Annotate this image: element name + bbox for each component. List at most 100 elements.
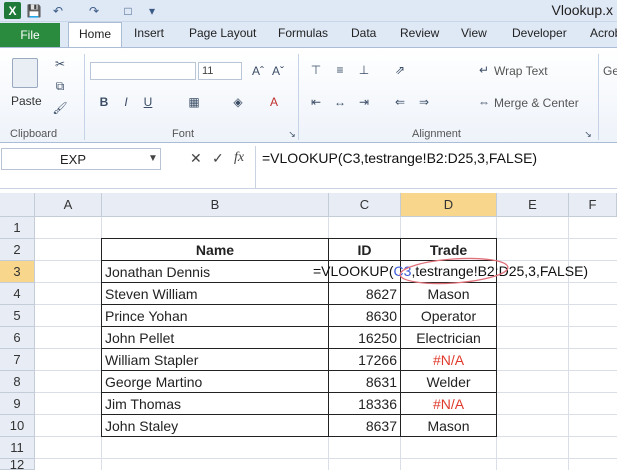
window-title: Vlookup.x xyxy=(551,2,613,18)
tab-file[interactable]: File xyxy=(0,23,60,47)
tab-formulas[interactable]: Formulas xyxy=(278,26,328,40)
column-header-c[interactable]: C xyxy=(329,193,401,217)
name-cell[interactable]: George Martino xyxy=(102,371,328,393)
copy-icon[interactable]: ⧉ xyxy=(52,78,68,94)
insert-function-icon[interactable]: fx xyxy=(234,150,244,166)
gridline xyxy=(568,217,569,470)
merge-center-button[interactable]: Merge & Center xyxy=(494,96,579,110)
id-cell[interactable]: 8627 xyxy=(329,283,400,305)
group-divider xyxy=(298,54,299,140)
row-header-1[interactable]: 1 xyxy=(0,217,35,239)
customize-icon[interactable]: ▾ xyxy=(144,3,160,19)
trade-cell[interactable]: Mason xyxy=(401,283,496,305)
trade-cell[interactable]: Mason xyxy=(401,415,496,437)
row-header-8[interactable]: 8 xyxy=(0,371,35,393)
align-right-icon[interactable]: ⇥ xyxy=(356,94,372,110)
formula-input[interactable]: =VLOOKUP(C3,testrange!B2:D25,3,FALSE) xyxy=(262,150,537,166)
group-divider xyxy=(84,54,85,140)
column-header-d[interactable]: D xyxy=(401,193,497,217)
cancel-icon[interactable]: ✕ xyxy=(190,150,202,167)
row-header-12[interactable]: 12 xyxy=(0,457,35,470)
font-name-dropdown[interactable] xyxy=(90,62,196,80)
row-header-3[interactable]: 3 xyxy=(0,261,35,283)
underline-button[interactable]: U xyxy=(140,94,156,110)
id-cell[interactable]: 8637 xyxy=(329,415,400,437)
new-file-icon[interactable]: □ xyxy=(120,3,136,19)
wrap-text-button[interactable]: Wrap Text xyxy=(494,64,548,78)
select-all-corner[interactable] xyxy=(0,193,35,217)
tab-home[interactable]: Home xyxy=(68,22,123,48)
save-icon[interactable]: 💾 xyxy=(26,3,42,19)
cut-icon[interactable]: ✂ xyxy=(52,56,68,72)
name-cell[interactable]: William Stapler xyxy=(102,349,328,371)
align-top-icon[interactable]: ⊤ xyxy=(308,62,324,78)
align-center-icon[interactable]: ↔ xyxy=(332,94,348,110)
name-cell[interactable]: John Staley xyxy=(102,415,328,437)
decrease-indent-icon[interactable]: ⇐ xyxy=(392,94,408,110)
column-header-a[interactable]: A xyxy=(35,193,102,217)
id-header-cell[interactable]: ID xyxy=(329,239,400,261)
trade-cell[interactable]: Electrician xyxy=(401,327,496,349)
align-bottom-icon[interactable]: ⊥ xyxy=(356,62,372,78)
name-cell[interactable]: Jim Thomas xyxy=(102,393,328,415)
tab-review[interactable]: Review xyxy=(400,26,439,40)
row-header-5[interactable]: 5 xyxy=(0,305,35,327)
tab-view[interactable]: View xyxy=(461,26,487,40)
wrap-text-icon[interactable]: ↵ xyxy=(476,62,492,78)
id-cell[interactable]: 17266 xyxy=(329,349,400,371)
name-cell[interactable]: Jonathan Dennis xyxy=(102,261,312,283)
name-box-dropdown-icon[interactable]: ▼ xyxy=(148,153,158,164)
fill-color-icon[interactable]: ◈ xyxy=(230,94,246,110)
grow-font-icon[interactable]: Aˆ xyxy=(250,63,266,79)
row-header-6[interactable]: 6 xyxy=(0,327,35,349)
excel-logo-icon: X xyxy=(4,2,21,19)
trade-cell[interactable]: Welder xyxy=(401,371,496,393)
trade-error-cell[interactable]: #N/A xyxy=(401,393,496,415)
id-cell[interactable]: 18336 xyxy=(329,393,400,415)
worksheet-grid[interactable]: A B C D E F 1 2 3 4 5 6 7 8 9 10 11 12 N… xyxy=(0,193,617,470)
paste-button[interactable]: Paste xyxy=(11,94,42,108)
bold-button[interactable]: B xyxy=(96,94,112,110)
orientation-icon[interactable]: ⇗ xyxy=(392,62,408,78)
align-left-icon[interactable]: ⇤ xyxy=(308,94,324,110)
redo-icon[interactable]: ↷ xyxy=(86,3,102,19)
name-header-cell[interactable]: Name xyxy=(102,239,328,261)
trade-error-cell[interactable]: #N/A xyxy=(401,349,496,371)
name-cell[interactable]: John Pellet xyxy=(102,327,328,349)
name-cell[interactable]: Prince Yohan xyxy=(102,305,328,327)
number-format-dropdown[interactable]: Ge xyxy=(603,64,617,78)
format-painter-icon[interactable]: 🖌 xyxy=(52,100,68,116)
borders-icon[interactable]: ▦ xyxy=(186,94,202,110)
italic-button[interactable]: I xyxy=(118,94,134,110)
tab-page-layout[interactable]: Page Layout xyxy=(189,26,256,40)
id-cell[interactable]: 8630 xyxy=(329,305,400,327)
id-cell[interactable]: 8631 xyxy=(329,371,400,393)
shrink-font-icon[interactable]: Aˇ xyxy=(270,63,286,79)
row-header-9[interactable]: 9 xyxy=(0,393,35,415)
row-header-10[interactable]: 10 xyxy=(0,415,35,437)
name-cell[interactable]: Steven William xyxy=(102,283,328,305)
column-header-f[interactable]: F xyxy=(569,193,617,217)
tab-insert[interactable]: Insert xyxy=(134,26,164,40)
row-header-2[interactable]: 2 xyxy=(0,239,35,261)
trade-cell[interactable]: Operator xyxy=(401,305,496,327)
tab-developer[interactable]: Developer xyxy=(512,26,567,40)
name-box[interactable]: EXP xyxy=(1,148,161,170)
formula-bar: EXP ▼ ✕ ✓ fx =VLOOKUP(C3,testrange!B2:D2… xyxy=(0,145,617,189)
align-middle-icon[interactable]: ≡ xyxy=(332,62,348,78)
undo-icon[interactable]: ↶ xyxy=(50,3,66,19)
enter-icon[interactable]: ✓ xyxy=(212,150,224,167)
font-color-icon[interactable]: A xyxy=(266,94,282,110)
row-header-7[interactable]: 7 xyxy=(0,349,35,371)
tab-data[interactable]: Data xyxy=(351,26,376,40)
font-size-dropdown[interactable]: 11 xyxy=(198,62,242,80)
increase-indent-icon[interactable]: ⇒ xyxy=(416,94,432,110)
paste-icon[interactable] xyxy=(12,58,38,88)
alignment-dialog-launcher-icon[interactable]: ↘ xyxy=(580,126,596,142)
merge-center-icon[interactable]: ⇔ xyxy=(476,94,492,110)
column-header-b[interactable]: B xyxy=(102,193,329,217)
tab-acrobat[interactable]: Acrob xyxy=(590,26,617,40)
column-header-e[interactable]: E xyxy=(497,193,569,217)
id-cell[interactable]: 16250 xyxy=(329,327,400,349)
row-header-4[interactable]: 4 xyxy=(0,283,35,305)
